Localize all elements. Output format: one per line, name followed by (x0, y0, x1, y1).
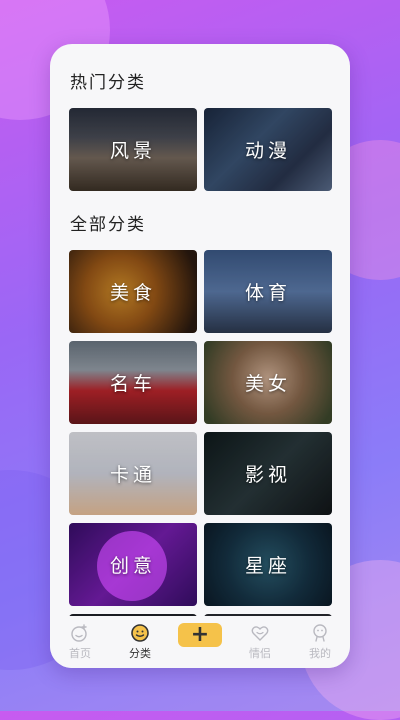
smile-face-icon (130, 623, 150, 643)
tab-mine[interactable]: 我的 (295, 623, 345, 661)
category-tile-beauty[interactable]: 美女 (204, 341, 332, 424)
category-tile-sports[interactable]: 体育 (204, 250, 332, 333)
category-tile-cartoon[interactable]: 卡通 (69, 432, 197, 515)
plus-icon: + (190, 622, 210, 647)
add-button[interactable]: + (178, 623, 222, 647)
tab-label: 首页 (69, 647, 91, 660)
heart-icon (250, 623, 270, 643)
category-scroll-area[interactable]: 热门分类 风景 动漫 全部分类 美食 体育 名车 美女 卡通 影视 创意 星座 (50, 44, 350, 616)
tile-label: 名车 (109, 373, 156, 395)
all-section-title: 全部分类 (70, 215, 146, 235)
category-tile-film[interactable]: 影视 (204, 432, 332, 515)
category-tile-zodiac[interactable]: 星座 (204, 523, 332, 606)
tile-label: 创意 (109, 555, 156, 577)
tab-couple[interactable]: 情侣 (235, 623, 285, 661)
hot-section-title: 热门分类 (70, 73, 146, 93)
bottom-tab-bar: 首页 分类 + 情侣 我的 (50, 616, 350, 668)
tile-label: 风景 (109, 140, 156, 162)
category-tile-scenery[interactable]: 风景 (69, 108, 197, 191)
tab-label: 我的 (309, 647, 331, 660)
category-tile-anime[interactable]: 动漫 (204, 108, 332, 191)
tile-label: 美食 (109, 282, 156, 304)
tab-category[interactable]: 分类 (115, 623, 165, 661)
tile-label: 星座 (244, 555, 291, 577)
tab-label: 分类 (129, 647, 151, 660)
category-tile-car[interactable]: 名车 (69, 341, 197, 424)
tab-label: 情侣 (249, 647, 271, 660)
tab-add[interactable]: + (175, 623, 225, 647)
category-tile-creative[interactable]: 创意 (69, 523, 197, 606)
tile-label: 体育 (244, 282, 291, 304)
tile-label: 美女 (244, 373, 291, 395)
category-tile-food[interactable]: 美食 (69, 250, 197, 333)
tab-home[interactable]: 首页 (55, 623, 105, 661)
tile-label: 卡通 (109, 464, 156, 486)
tile-label: 影视 (244, 464, 291, 486)
tile-label: 动漫 (244, 140, 291, 162)
user-icon (310, 623, 330, 643)
smile-icon (70, 623, 90, 643)
app-card: 热门分类 风景 动漫 全部分类 美食 体育 名车 美女 卡通 影视 创意 星座 … (50, 44, 350, 668)
